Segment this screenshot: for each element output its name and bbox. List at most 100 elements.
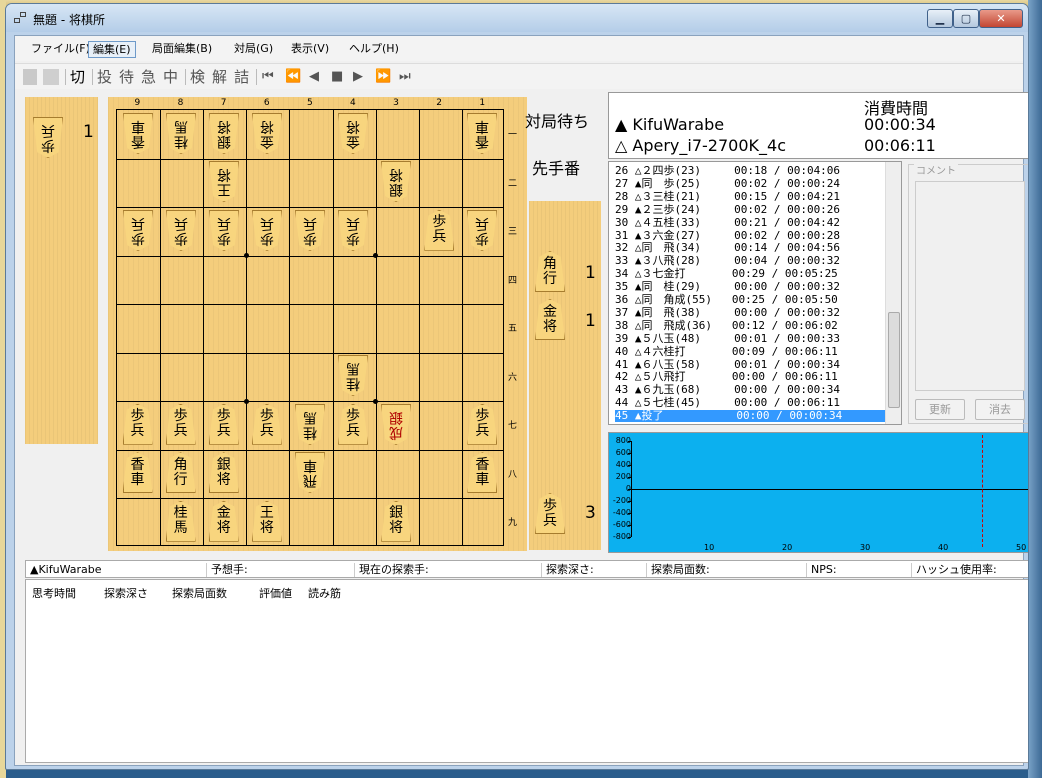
board-piece[interactable]: 歩兵 [122,403,153,445]
board-piece[interactable]: 成銀 [381,404,411,445]
board-piece[interactable]: 歩兵 [295,210,325,251]
menu-position-edit[interactable]: 局面編集(B) [148,41,216,58]
kifu-row[interactable]: 39 ▲５八玉(48) 00:01 / 00:00:33 [615,332,893,345]
board-piece[interactable]: 桂馬 [166,113,196,154]
forward-ten-icon[interactable]: ⏩ [375,68,391,86]
board-piece[interactable]: 銀将 [209,113,239,154]
scroll-thumb[interactable] [888,312,900,408]
piece-glyph: 車 [475,118,490,135]
board-piece[interactable]: 歩兵 [209,210,239,251]
comment-textarea[interactable] [915,181,1025,391]
board-piece[interactable]: 銀将 [381,161,411,202]
kifu-row[interactable]: 35 ▲同 桂(29) 00:00 / 00:00:32 [615,281,893,293]
board-piece[interactable]: 歩兵 [467,210,497,251]
menu-view[interactable]: 表示(V) [287,41,333,58]
board-piece[interactable]: 銀将 [381,500,412,542]
board-piece[interactable]: 桂馬 [295,404,325,445]
kifu-row[interactable]: 41 ▲６八玉(58) 00:01 / 00:00:34 [615,358,893,371]
disconnect-button[interactable]: 切 [70,68,85,86]
kifu-row[interactable]: 32 △同 飛(34) 00:14 / 00:04:56 [615,242,893,254]
new-file-icon[interactable] [23,69,37,85]
board-piece[interactable]: 歩兵 [252,210,282,251]
first-move-icon[interactable]: ⏮ [262,68,274,86]
kifu-row[interactable]: 45 ▲投了 00:00 / 00:00:34 [615,410,893,423]
board-piece[interactable]: 歩兵 [424,209,455,251]
pv-header-depth[interactable]: 探索深さ [104,585,148,601]
sente-hand-piece[interactable]: 角行 [535,251,565,292]
board-piece[interactable]: 王将 [209,161,239,202]
comment-clear-button[interactable]: 消去 [975,399,1025,420]
abort-button[interactable]: 中 [163,68,178,86]
kifu-row[interactable]: 30 △４五桂(33) 00:21 / 00:04:42 [615,216,893,229]
stop-icon[interactable]: ■ [331,68,343,86]
hurry-button[interactable]: 急 [141,68,156,86]
pv-header-nodes[interactable]: 探索局面数 [172,585,227,601]
review-button[interactable]: 検 [190,68,205,86]
kifu-row[interactable]: 33 ▲３八飛(28) 00:04 / 00:00:32 [615,255,893,267]
kifu-row[interactable]: 44 △５七桂(45) 00:00 / 00:06:11 [615,397,893,409]
close-button[interactable]: ✕ [979,9,1023,28]
kifu-row[interactable]: 42 △５八飛打 00:00 / 00:06:11 [615,371,893,383]
kifu-row[interactable]: 26 △２四歩(23) 00:18 / 00:04:06 [615,165,893,177]
minimize-button[interactable]: ▁ [927,9,953,28]
kifu-row[interactable]: 37 ▲同 飛(38) 00:00 / 00:00:32 [615,306,893,319]
kifu-row[interactable]: 43 ▲６九玉(68) 00:00 / 00:00:34 [615,384,893,396]
board-piece[interactable]: 香車 [122,452,153,494]
kifu-row[interactable]: 34 △３七金打 00:29 / 00:05:25 [615,268,893,280]
kifu-row[interactable]: 31 ▲３六金(27) 00:02 / 00:00:28 [615,229,893,242]
board-piece[interactable]: 香車 [467,113,497,154]
kifu-row[interactable]: 28 △３三桂(21) 00:15 / 00:04:21 [615,190,893,203]
maximize-button[interactable]: ▢ [953,9,979,28]
kifu-row[interactable]: 40 △４六桂打 00:09 / 00:06:11 [615,345,893,358]
pv-header-eval[interactable]: 評価値 [259,585,292,601]
kifu-scrollbar[interactable] [885,162,901,424]
pv-table[interactable]: 思考時間 探索深さ 探索局面数 評価値 読み筋 [25,579,1028,763]
board-piece[interactable]: 桂馬 [338,355,368,396]
pv-header-pv[interactable]: 読み筋 [308,585,341,601]
board-piece[interactable]: 金将 [252,113,282,154]
menu-help[interactable]: ヘルプ(H) [345,41,403,58]
wait-button[interactable]: 待 [119,68,134,86]
board-piece[interactable]: 銀将 [208,452,239,494]
shogi-board[interactable]: 987654321 一二三四五六七八九 香車桂馬銀将金将金将香車王将銀将歩兵歩兵… [108,97,527,551]
analyze-button[interactable]: 解 [212,68,227,86]
kifu-list[interactable]: 26 △２四歩(23) 00:18 / 00:04:06 27 ▲同 歩(25) … [608,161,902,425]
resign-button[interactable]: 投 [97,68,112,86]
sente-piece-stand[interactable]: 角行 1 金将 1 歩兵 3 [529,201,601,550]
last-move-icon[interactable]: ⏭ [399,68,411,86]
board-piece[interactable]: 歩兵 [251,403,282,445]
back-one-icon[interactable]: ◀ [309,68,319,86]
title-bar[interactable]: 無題 - 将棋所 ▁ ▢ ✕ [6,4,1028,32]
board-piece[interactable]: 桂馬 [165,500,196,542]
board-piece[interactable]: 金将 [338,113,368,154]
pv-header-time[interactable]: 思考時間 [32,585,76,601]
board-piece[interactable]: 歩兵 [208,403,239,445]
menu-file[interactable]: ファイル(F) [27,41,94,58]
board-piece[interactable]: 歩兵 [165,403,196,445]
back-ten-icon[interactable]: ⏪ [285,68,301,86]
gote-piece-stand[interactable]: 歩兵 1 [25,97,98,444]
tsume-button[interactable]: 詰 [234,68,249,86]
forward-one-icon[interactable]: ▶ [353,68,363,86]
board-piece[interactable]: 歩兵 [467,403,498,445]
board-piece[interactable]: 角行 [165,452,196,494]
kifu-row[interactable]: 36 △同 角成(55) 00:25 / 00:05:50 [615,294,893,306]
board-piece[interactable]: 香車 [467,452,498,494]
board-piece[interactable]: 飛車 [295,452,325,493]
comment-update-button[interactable]: 更新 [915,399,965,420]
board-piece[interactable]: 歩兵 [338,403,369,445]
gote-hand-piece[interactable]: 歩兵 [33,117,63,158]
board-piece[interactable]: 金将 [208,500,239,542]
sente-hand-piece[interactable]: 金将 [535,299,565,340]
piece-glyph: 兵 [173,423,188,440]
kifu-row[interactable]: 38 △同 飛成(36) 00:12 / 00:06:02 [615,319,893,332]
kifu-row[interactable]: 27 ▲同 歩(25) 00:02 / 00:00:24 [615,177,893,190]
board-piece[interactable]: 歩兵 [166,210,196,251]
menu-game[interactable]: 対局(G) [230,41,277,58]
save-file-icon[interactable] [43,69,59,85]
sente-hand-piece[interactable]: 歩兵 [535,493,565,534]
board-piece[interactable]: 王将 [251,500,282,542]
kifu-row[interactable]: 29 ▲２三歩(24) 00:02 / 00:00:26 [615,203,893,216]
menu-edit[interactable]: 編集(E) [88,41,136,58]
board-piece[interactable]: 歩兵 [338,210,368,251]
